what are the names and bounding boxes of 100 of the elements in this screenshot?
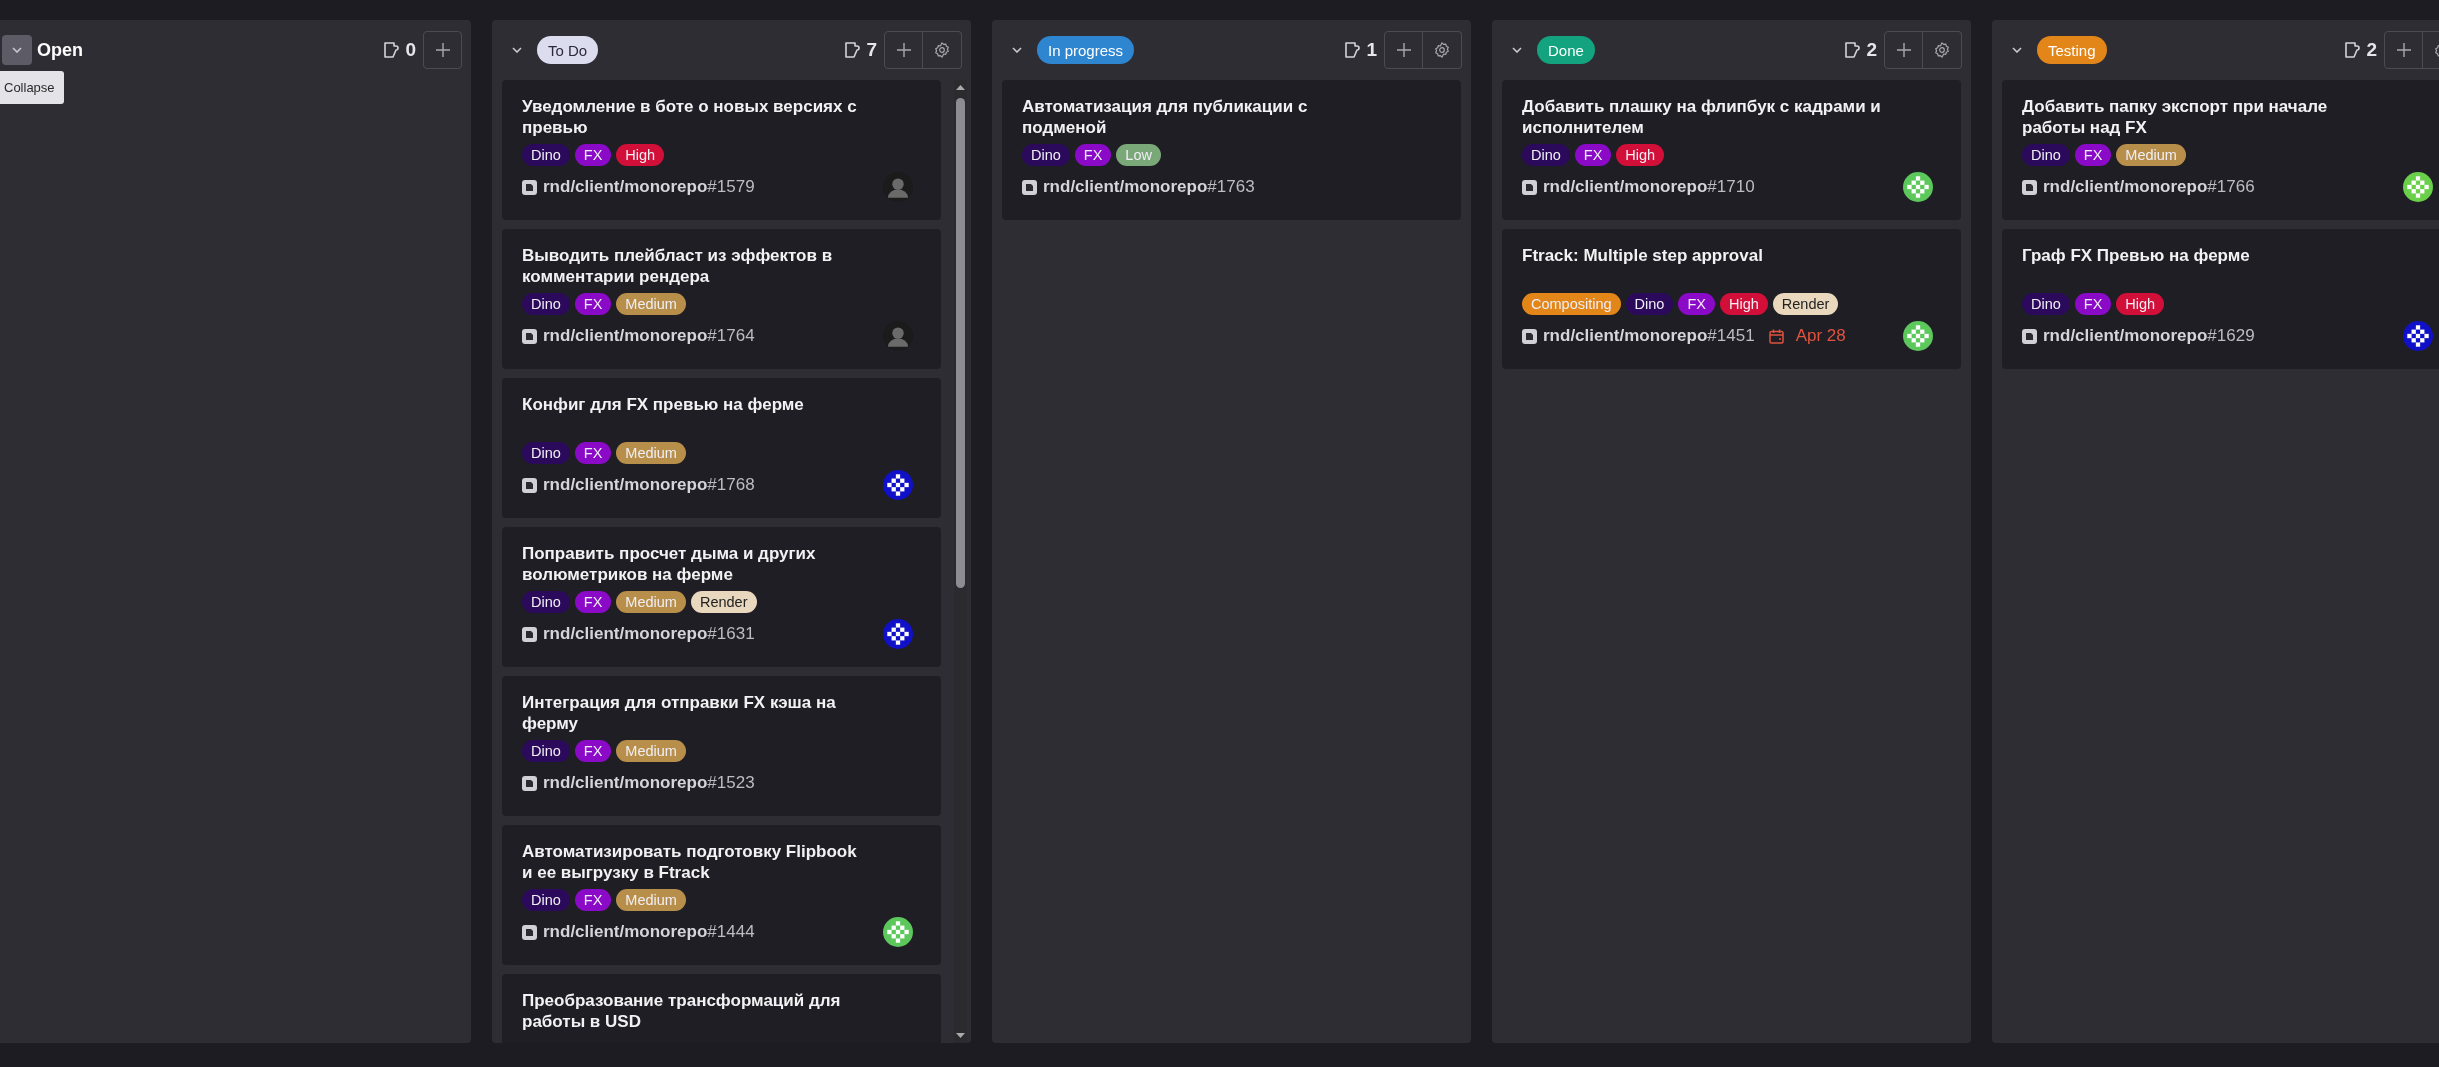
card-title: Добавить папку экспорт при начале работы над FX — [2022, 96, 2329, 138]
chevron-down-icon — [12, 47, 22, 53]
task-card[interactable]: Добавить папку экспорт при начале работы над FX Dino FX Medium rnd/client/monorepo#1766 — [2002, 80, 2439, 220]
tag: Dino — [1625, 293, 1674, 315]
chevron-down-icon — [1512, 47, 1522, 53]
card-title: Уведомление в боте о новых версиях с превью — [522, 96, 858, 138]
chevron-down-icon — [1012, 47, 1022, 53]
repository-icon — [1522, 328, 1537, 344]
tag: Dino — [2022, 293, 2070, 315]
repository-icon — [2022, 179, 2037, 195]
scroll-down-icon[interactable] — [954, 1032, 967, 1040]
tag: Dino — [522, 889, 570, 911]
issue-reference[interactable]: rnd/client/monorepo#1579 — [543, 177, 755, 197]
tag: FX — [574, 144, 612, 166]
issue-icon — [1843, 41, 1862, 59]
tag: FX — [2074, 293, 2112, 315]
avatar — [883, 172, 913, 202]
task-card[interactable]: Поправить просчет дыма и других волюметриков на ферме Dino FX Medium Render rnd/client/monorepo#1631 — [502, 527, 941, 667]
task-card[interactable]: Автоматизировать подготовку Flipbook и ее выгрузку в Ftrack Dino FX Medium rnd/client/monorepo#1444 — [502, 825, 941, 965]
tag: FX — [574, 591, 612, 613]
issue-count: 0 — [405, 39, 416, 61]
repository-icon — [522, 775, 537, 791]
issue-reference[interactable]: rnd/client/monorepo#1766 — [2043, 177, 2255, 197]
settings-button[interactable] — [1923, 31, 1962, 69]
issue-reference[interactable]: rnd/client/monorepo#1629 — [2043, 326, 2255, 346]
issue-count: 1 — [1366, 39, 1377, 61]
tag: FX — [1074, 144, 1112, 166]
add-button[interactable] — [1884, 31, 1923, 69]
issue-reference[interactable]: rnd/client/monorepo#1631 — [543, 624, 755, 644]
task-card[interactable]: Интеграция для отправки FX кэша на ферму Dino FX Medium rnd/client/monorepo#1523 — [502, 676, 941, 816]
repository-icon — [1022, 179, 1037, 195]
settings-button[interactable] — [923, 31, 962, 69]
status-badge: Done — [1537, 36, 1595, 64]
settings-icon — [1434, 42, 1450, 58]
card-title: Добавить плашку на флипбук с кадрами и исполнителем — [1522, 96, 1882, 138]
tag: Dino — [2022, 144, 2070, 166]
tag: Dino — [1022, 144, 1070, 166]
plus-icon — [2396, 43, 2411, 57]
task-card[interactable]: Автоматизация для публикации с подменой Dino FX Low rnd/client/monorepo#1763 — [1002, 80, 1461, 220]
card-title: Автоматизация для публикации с подменой — [1022, 96, 1309, 138]
tag: High — [1616, 144, 1665, 166]
task-card[interactable]: Ftrack: Multiple step approval Compositing Dino FX High Render rnd/client/monorepo#1451 Apr 28 — [1502, 229, 1961, 369]
task-card[interactable]: Выводить плейбласт из эффектов в комментарии рендера Dino FX Medium rnd/client/monorepo#1764 — [502, 229, 941, 369]
due-date: Apr 28 — [1795, 326, 1846, 346]
plus-icon — [896, 43, 911, 57]
tag: FX — [574, 740, 612, 762]
repository-icon — [2022, 328, 2037, 344]
card-title: Преобразование трансформаций для работы в USD — [522, 990, 842, 1032]
issue-icon — [2343, 41, 2362, 59]
card-title: Выводить плейбласт из эффектов в комментарии рендера — [522, 245, 834, 287]
tag: Medium — [616, 591, 686, 613]
issue-reference[interactable]: rnd/client/monorepo#1710 — [1543, 177, 1755, 197]
issue-reference[interactable]: rnd/client/monorepo#1451 — [1543, 326, 1755, 346]
issue-icon — [382, 41, 401, 59]
task-card[interactable]: Уведомление в боте о новых версиях с превью Dino FX High rnd/client/monorepo#1579 — [502, 80, 941, 220]
add-button[interactable] — [2384, 31, 2423, 69]
tag: Medium — [616, 442, 686, 464]
issue-reference[interactable]: rnd/client/monorepo#1764 — [543, 326, 755, 346]
tag: High — [616, 144, 665, 166]
tag: Compositing — [1522, 293, 1621, 315]
tag: Medium — [2116, 144, 2186, 166]
tag: Render — [690, 591, 757, 613]
plus-icon — [1896, 43, 1911, 57]
add-button[interactable] — [1384, 31, 1423, 69]
tag: Low — [1116, 144, 1161, 166]
issue-count: 2 — [1866, 39, 1877, 61]
chevron-down-icon — [512, 47, 522, 53]
scrollbar[interactable] — [954, 80, 967, 1043]
scroll-up-icon[interactable] — [954, 83, 967, 91]
settings-button[interactable] — [1423, 31, 1462, 69]
status-badge: Testing — [2037, 36, 2107, 64]
tag: Dino — [522, 740, 570, 762]
issue-icon — [1343, 41, 1362, 59]
status-badge: To Do — [537, 36, 599, 64]
add-button[interactable] — [884, 31, 923, 69]
task-card[interactable]: Добавить плашку на флипбук с кадрами и исполнителем Dino FX High rnd/client/monorepo#1710 — [1502, 80, 1961, 220]
tag: FX — [574, 889, 612, 911]
column-title: Open — [37, 39, 83, 61]
card-title: Интеграция для отправки FX кэша на ферму — [522, 692, 837, 734]
tag: FX — [574, 293, 612, 315]
card-title: Автоматизировать подготовку Flipbook и ее выгрузку в Ftrack — [522, 841, 858, 883]
card-title: Конфиг для FX превью на ферме — [522, 394, 805, 416]
tag: Dino — [1522, 144, 1570, 166]
collapse-button[interactable] — [2, 35, 32, 65]
add-button[interactable] — [423, 31, 462, 69]
tag: Medium — [616, 889, 686, 911]
avatar — [883, 321, 913, 351]
tag: Medium — [616, 293, 686, 315]
plus-icon — [1396, 43, 1411, 57]
tooltip: Collapse — [0, 71, 64, 104]
issue-count: 7 — [866, 39, 877, 61]
repository-icon — [522, 924, 537, 940]
issue-reference[interactable]: rnd/client/monorepo#1768 — [543, 475, 755, 495]
issue-reference[interactable]: rnd/client/monorepo#1763 — [1043, 177, 1255, 197]
task-card[interactable]: Преобразование трансформаций для работы в USD — [502, 974, 941, 1043]
task-card[interactable]: Граф FX Превью на ферме Dino FX High rnd/client/monorepo#1629 — [2002, 229, 2439, 369]
issue-reference[interactable]: rnd/client/monorepo#1444 — [543, 922, 755, 942]
task-card[interactable]: Конфиг для FX превью на ферме Dino FX Medium rnd/client/monorepo#1768 — [502, 378, 941, 518]
issue-reference[interactable]: rnd/client/monorepo#1523 — [543, 773, 755, 793]
tag: FX — [2074, 144, 2112, 166]
